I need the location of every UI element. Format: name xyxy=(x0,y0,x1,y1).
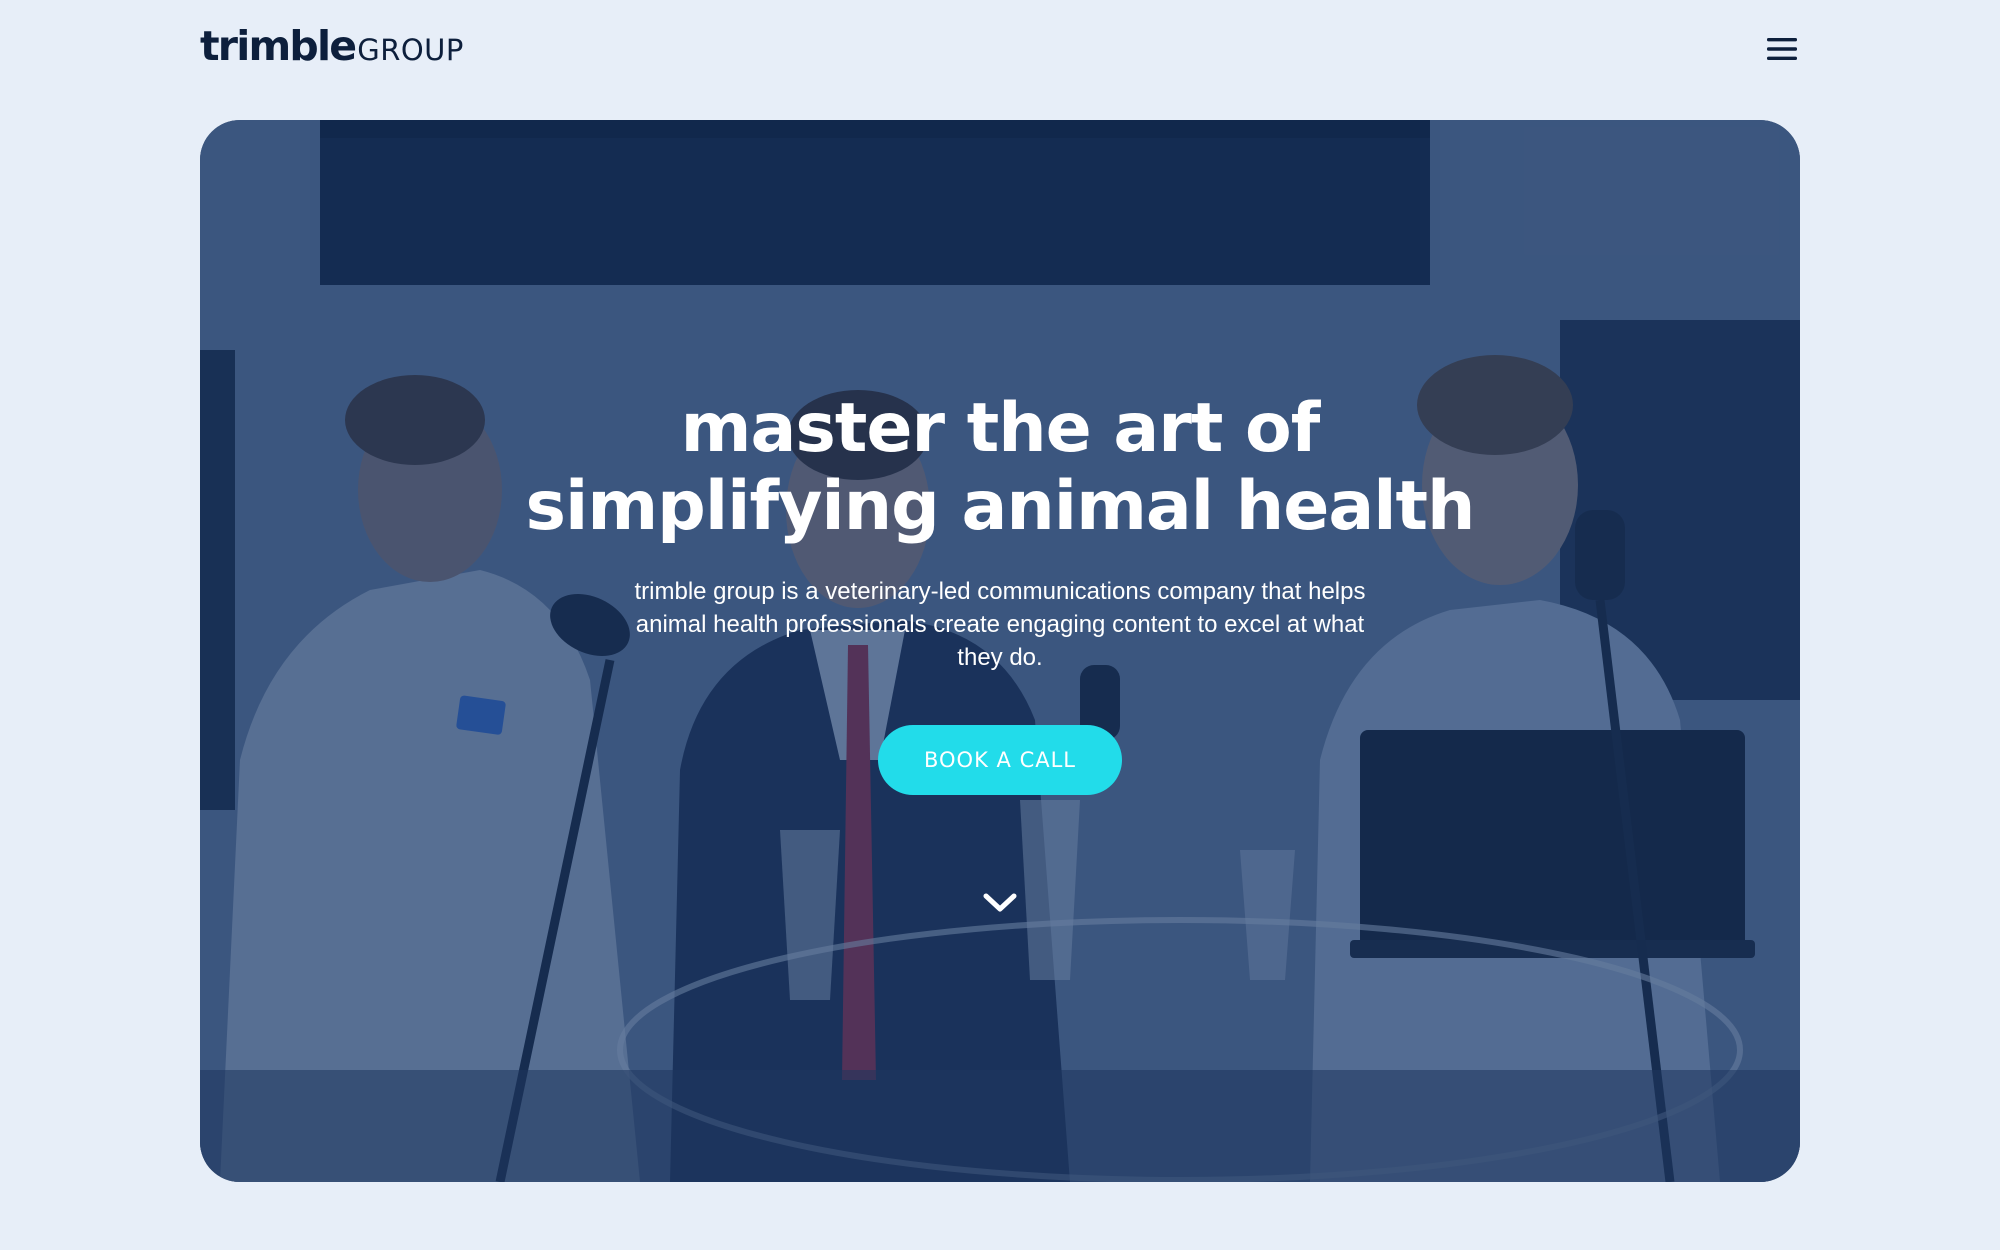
hero-subtitle: trimble group is a veterinary-led commun… xyxy=(634,578,1366,671)
hero-section: master the art of simplifying animal hea… xyxy=(200,120,1800,1182)
trimble-group-logo[interactable]: trimble GROUP xyxy=(200,26,464,76)
hero-title-line-2: simplifying animal health xyxy=(525,467,1476,546)
hero-content: master the art of simplifying animal hea… xyxy=(200,120,1800,1182)
site-header: trimble GROUP xyxy=(200,0,1800,100)
logo-wordmark: trimble xyxy=(200,22,357,70)
hamburger-menu-icon xyxy=(1767,38,1797,60)
chevron-down-icon xyxy=(983,893,1017,912)
scroll-down-button[interactable] xyxy=(980,883,1020,923)
hero-title-line-1: master the art of xyxy=(680,389,1321,468)
hero-title: master the art of simplifying animal hea… xyxy=(200,390,1800,546)
menu-button[interactable] xyxy=(1764,31,1800,67)
book-a-call-button[interactable]: BOOK A CALL xyxy=(878,725,1122,795)
logo-group-text: GROUP xyxy=(357,33,464,67)
